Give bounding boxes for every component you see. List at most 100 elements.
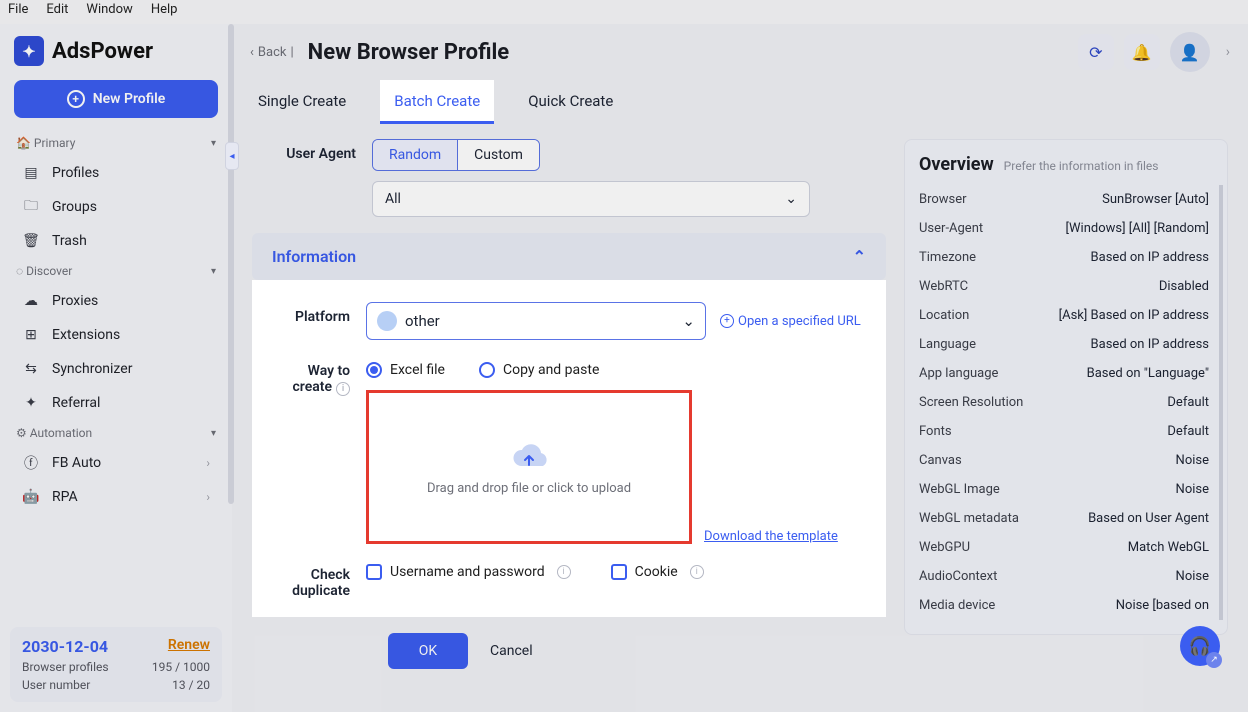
overview-title: Overview	[919, 154, 994, 175]
overview-value: [Windows] [All] [Random]	[1066, 221, 1209, 236]
new-profile-button[interactable]: + New Profile	[14, 80, 218, 118]
menu-window[interactable]: Window	[86, 2, 132, 22]
back-label: Back	[258, 45, 287, 60]
chevron-right-icon[interactable]: ›	[1226, 44, 1230, 60]
overview-key: Browser	[919, 192, 967, 207]
sidebar-item-rpa[interactable]: 🤖RPA›	[0, 480, 232, 514]
sidebar-item-label: RPA	[52, 489, 78, 505]
menu-file[interactable]: File	[8, 2, 28, 22]
overview-row: AudioContextNoise	[919, 562, 1209, 591]
folder-icon: 🗀	[22, 198, 40, 216]
page-title: New Browser Profile	[308, 40, 510, 65]
ok-button[interactable]: OK	[388, 633, 468, 669]
download-template-link[interactable]: Download the template	[704, 529, 838, 544]
open-url-link[interactable]: +Open a specified URL	[720, 314, 861, 329]
overview-key: App language	[919, 366, 998, 381]
renew-link[interactable]: Renew	[168, 637, 210, 653]
tab-batch[interactable]: Batch Create	[380, 80, 494, 124]
overview-key: WebRTC	[919, 279, 968, 294]
accordion-title: Information	[272, 247, 356, 266]
sidebar-item-label: Groups	[52, 199, 97, 215]
ua-random-button[interactable]: Random	[373, 140, 458, 170]
menu-help[interactable]: Help	[151, 2, 178, 22]
sidebar-item-label: Extensions	[52, 327, 120, 343]
radio-copy-paste[interactable]: Copy and paste	[479, 362, 599, 378]
overview-key: WebGPU	[919, 540, 970, 555]
plus-circle-icon: +	[720, 314, 734, 328]
page-header: ‹ Back | New Browser Profile ⟳ 🔔 👤 ›	[232, 24, 1248, 80]
overview-key: Canvas	[919, 453, 962, 468]
ua-seg: Random Custom	[372, 139, 540, 171]
os-menubar: File Edit Window Help	[0, 0, 1248, 24]
sidebar-item-fbauto[interactable]: ⓕFB Auto›	[0, 446, 232, 480]
sidebar-item-profiles[interactable]: ▤ Profiles	[0, 156, 232, 190]
main: ‹ Back | New Browser Profile ⟳ 🔔 👤 › Sin…	[232, 24, 1248, 712]
sidebar-item-trash[interactable]: 🗑 Trash	[0, 224, 232, 258]
overview-key: Location	[919, 308, 969, 323]
fb-icon: ⓕ	[22, 454, 40, 472]
sidebar-item-groups[interactable]: 🗀 Groups	[0, 190, 232, 224]
overview-row: WebGPUMatch WebGL	[919, 533, 1209, 562]
plan-card: 2030-12-04 Renew Browser profiles195 / 1…	[10, 627, 222, 702]
ua-select[interactable]: All ⌄	[372, 181, 810, 217]
profiles-icon: ▤	[22, 164, 40, 182]
help-icon[interactable]: i	[557, 565, 571, 579]
radio-label: Copy and paste	[503, 362, 599, 378]
overview-value: Default	[1167, 395, 1209, 410]
overview-row: LanguageBased on IP address	[919, 330, 1209, 359]
information-accordion[interactable]: Information ⌃	[252, 233, 886, 280]
notifications-button[interactable]: 🔔	[1124, 34, 1160, 70]
share-icon: ↗	[1206, 652, 1222, 668]
help-fab[interactable]: 🎧 ↗	[1180, 626, 1220, 666]
sidebar-item-referral[interactable]: ✦Referral	[0, 386, 232, 420]
section-automation-header[interactable]: ⚙ Automation ▾	[0, 420, 232, 446]
overview-value: Based on IP address	[1091, 337, 1209, 352]
sidebar-item-label: Profiles	[52, 165, 99, 181]
overview-value: Default	[1167, 424, 1209, 439]
back-button[interactable]: ‹ Back |	[250, 45, 294, 60]
refresh-button[interactable]: ⟳	[1078, 34, 1114, 70]
sidebar-item-label: Trash	[52, 233, 87, 249]
help-icon[interactable]: i	[690, 565, 704, 579]
label-way-to-create: Way to createi	[276, 356, 366, 396]
file-dropzone[interactable]: Drag and drop file or click to upload	[366, 390, 692, 544]
ua-custom-button[interactable]: Custom	[458, 140, 539, 170]
platform-icon	[377, 311, 397, 331]
refresh-icon: ⟳	[1089, 43, 1102, 62]
overview-panel: Overview Prefer the information in files…	[904, 139, 1228, 635]
plan-row-val: 13 / 20	[172, 678, 210, 692]
tab-quick[interactable]: Quick Create	[522, 80, 619, 124]
overview-row: App languageBased on "Language"	[919, 359, 1209, 388]
plan-row-key: User number	[22, 678, 90, 692]
trash-icon: 🗑	[22, 232, 40, 250]
tab-single[interactable]: Single Create	[252, 80, 352, 124]
sidebar-item-extensions[interactable]: ⊞Extensions	[0, 318, 232, 352]
platform-value: other	[405, 312, 440, 330]
section-discover-header[interactable]: ◌ Discover ▾	[0, 258, 232, 284]
cloud-upload-icon	[507, 439, 551, 473]
referral-icon: ✦	[22, 394, 40, 412]
plus-icon: +	[67, 90, 85, 108]
menu-edit[interactable]: Edit	[46, 2, 68, 22]
overview-value: Noise	[1176, 453, 1209, 468]
section-discover-title: Discover	[26, 264, 72, 278]
section-automation-title: Automation	[30, 426, 92, 440]
chk-username-password[interactable]: Username and password i	[366, 564, 571, 580]
section-primary-header[interactable]: 🏠 Primary ▾	[0, 130, 232, 156]
platform-select[interactable]: other ⌄	[366, 302, 706, 340]
help-icon[interactable]: i	[336, 382, 350, 396]
radio-excel[interactable]: Excel file	[366, 362, 445, 378]
avatar[interactable]: 👤	[1170, 32, 1210, 72]
overview-row: WebGL ImageNoise	[919, 475, 1209, 504]
cancel-button[interactable]: Cancel	[490, 643, 533, 659]
sidebar-item-synchronizer[interactable]: ⇆Synchronizer	[0, 352, 232, 386]
chk-cookie[interactable]: Cookiei	[611, 564, 704, 580]
overview-row: Media deviceNoise [based on	[919, 591, 1209, 620]
overview-row: Screen ResolutionDefault	[919, 388, 1209, 417]
overview-value: Disabled	[1159, 279, 1209, 294]
sidebar-collapse-button[interactable]: ◂	[225, 142, 239, 170]
plan-date: 2030-12-04	[22, 637, 108, 656]
checkbox-label: Username and password	[390, 564, 545, 580]
new-profile-label: New Profile	[93, 91, 166, 107]
sidebar-item-proxies[interactable]: ☁Proxies	[0, 284, 232, 318]
